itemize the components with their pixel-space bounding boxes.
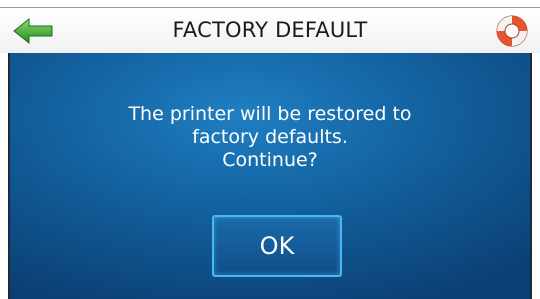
confirmation-message: The printer will be restored to factory … bbox=[10, 103, 530, 172]
dialog-panel: The printer will be restored to factory … bbox=[8, 53, 532, 299]
ok-button[interactable]: OK bbox=[212, 215, 342, 277]
help-button[interactable] bbox=[494, 13, 530, 49]
lifebuoy-icon bbox=[496, 15, 528, 47]
page-title: FACTORY DEFAULT bbox=[172, 18, 368, 42]
screen: FACTORY DEFAULT The printer will be rest… bbox=[0, 0, 540, 299]
message-line: Continue? bbox=[222, 149, 318, 171]
message-line: The printer will be restored to bbox=[128, 103, 412, 125]
header-bar: FACTORY DEFAULT bbox=[0, 7, 540, 53]
message-line: factory defaults. bbox=[192, 126, 348, 148]
top-rule bbox=[0, 0, 540, 7]
